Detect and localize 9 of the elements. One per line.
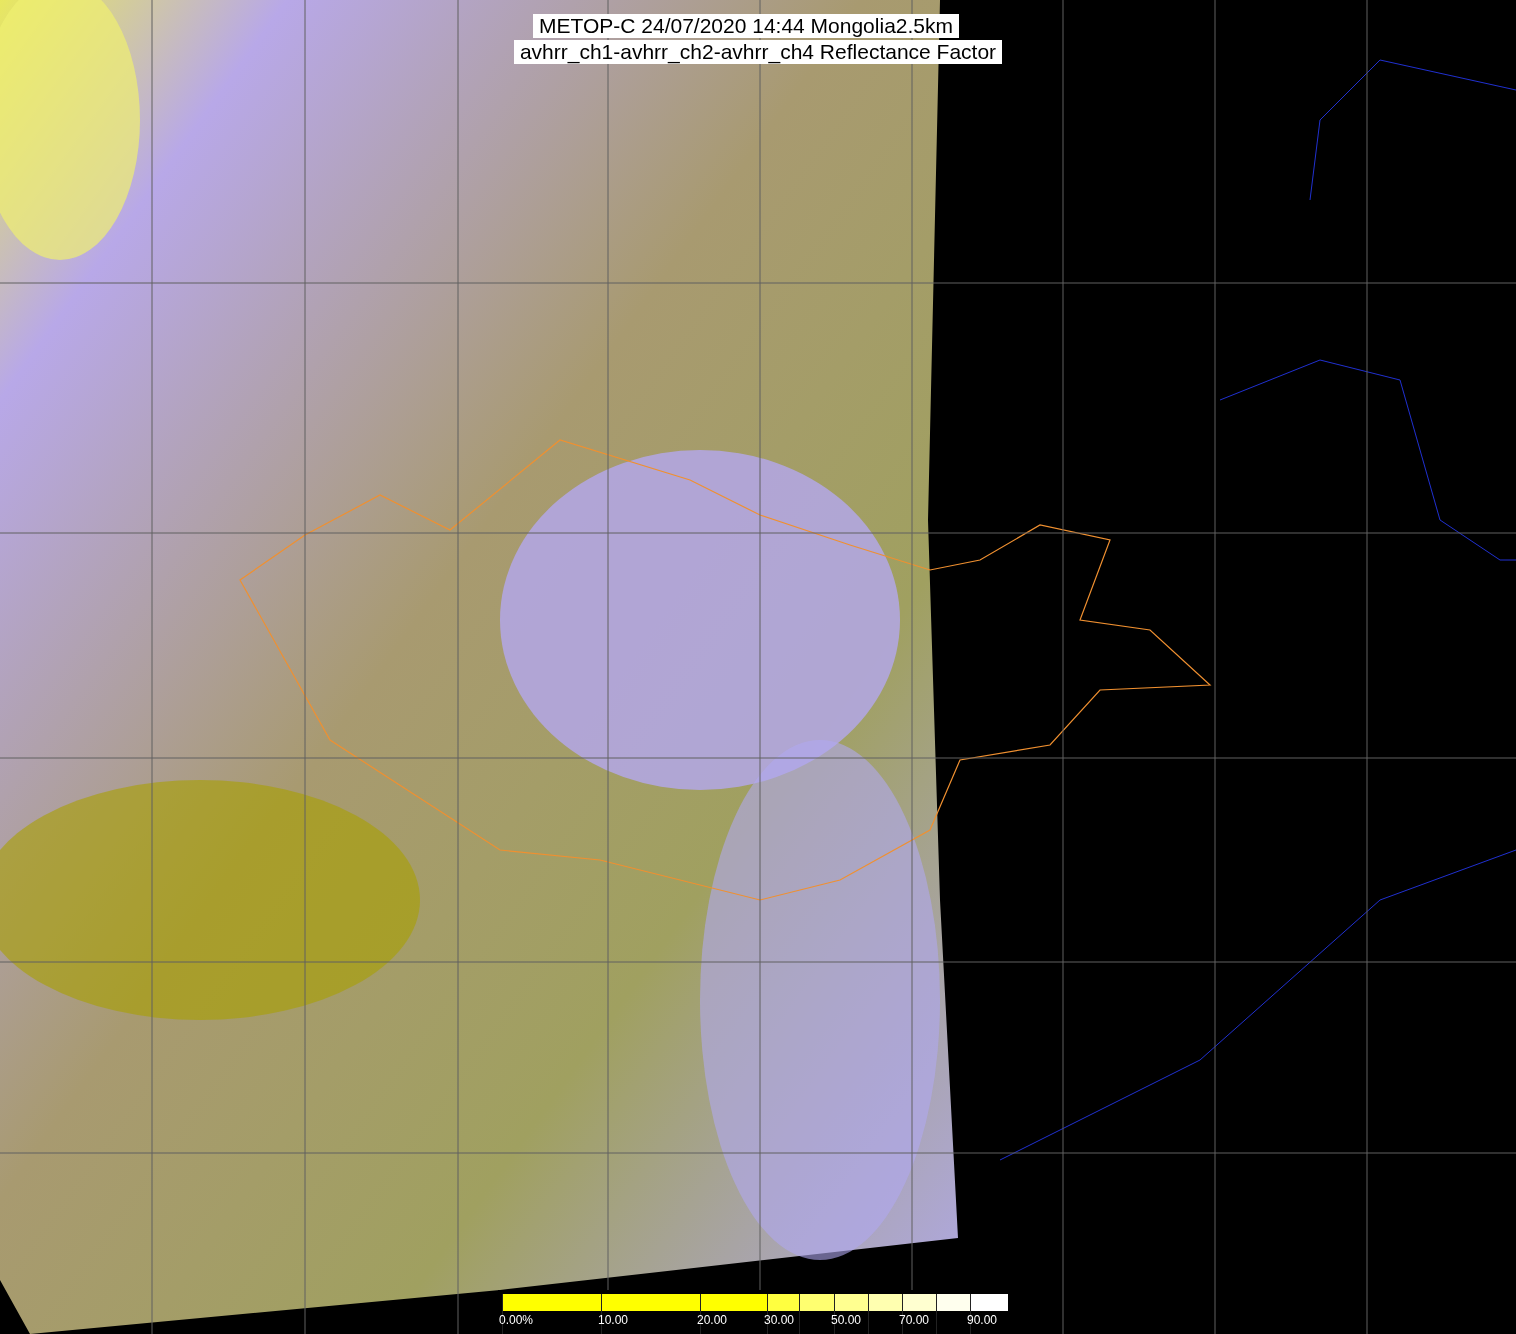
- tick-label: 90.00: [967, 1313, 998, 1327]
- map-title: avhrr_ch1-avhrr_ch2-avhrr_ch4 Reflectance Factor: [513, 40, 1003, 64]
- tick-label: 50.00: [831, 1313, 862, 1327]
- tick-label: 70.00: [899, 1313, 930, 1327]
- tick-label: 30.00: [764, 1313, 795, 1327]
- tick-label: 20.00: [697, 1313, 728, 1327]
- tick-label: 0.00%: [499, 1313, 534, 1327]
- tick-label: 10.00: [598, 1313, 629, 1327]
- map-title: METOP-C 24/07/2020 14:44 Mongolia2.5km: [533, 14, 959, 38]
